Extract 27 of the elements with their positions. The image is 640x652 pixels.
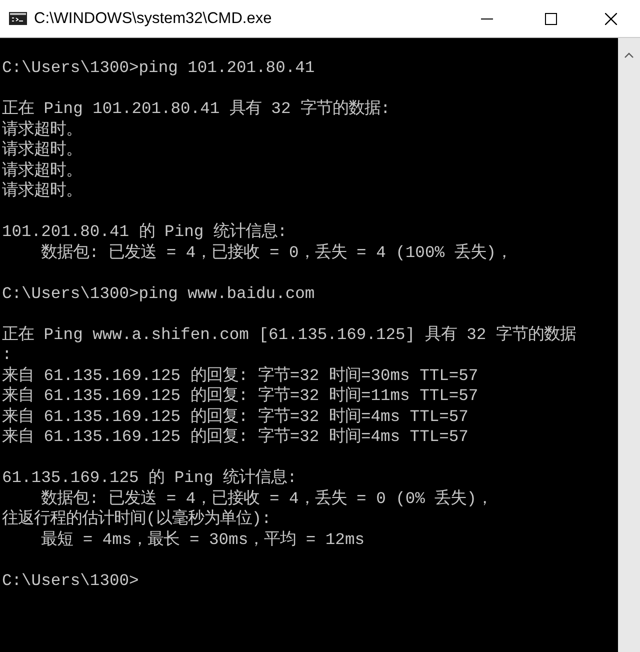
close-icon (605, 12, 617, 24)
console-line: 来自 61.135.169.125 的回复: 字节=32 时间=4ms TTL=57 (2, 427, 468, 448)
console-line: 61.135.169.125 的 Ping 统计信息: (2, 468, 297, 488)
console-line: 最短 = 4ms，最长 = 30ms，平均 = 12ms (40, 530, 364, 550)
console-line: 往返行程的估计时间(以毫秒为单位): (2, 509, 272, 530)
console-app-icon (9, 12, 27, 25)
console-line: C:\Users\1300>ping 101.201.80.41 (2, 58, 315, 78)
console-line: 101.201.80.41 的 Ping 统计信息: (2, 222, 288, 242)
console-line: C:\Users\1300> (2, 570, 139, 591)
console-line: 请求超时。 (2, 160, 82, 181)
console-line: 正在 Ping www.a.shifen.com [61.135.169.125] 具有 32 字节的数据 (2, 324, 576, 345)
console-line: 请求超时。 (2, 120, 82, 140)
scrollbar[interactable] (618, 38, 640, 652)
console-line: 请求超时。 (2, 140, 82, 160)
console-line: 数据包: 已发送 = 4，已接收 = 4，丢失 = 0 (0% 丢失)， (40, 488, 492, 509)
maximize-icon (545, 12, 557, 24)
window-title: C:\WINDOWS\system32\CMD.exe (34, 10, 273, 28)
console-line: 来自 61.135.169.125 的回复: 字节=32 时间=4ms TTL=57 (2, 406, 468, 427)
console-line: 正在 Ping 101.201.80.41 具有 32 字节的数据: (2, 99, 390, 120)
console-line: 来自 61.135.169.125 的回复: 字节=32 时间=30ms TTL=57 (2, 366, 478, 386)
console-line: C:\Users\1300>ping www.baidu.com (2, 284, 315, 304)
console-line: 请求超时。 (2, 181, 82, 202)
scroll-up-icon[interactable] (624, 52, 634, 58)
console-line: 来自 61.135.169.125 的回复: 字节=32 时间=11ms TTL=57 (2, 386, 478, 406)
console-line: : (2, 345, 12, 366)
console-line: 数据包: 已发送 = 4，已接收 = 0，丢失 = 4 (100% 丢失)， (40, 242, 512, 263)
minimize-icon (481, 18, 493, 20)
